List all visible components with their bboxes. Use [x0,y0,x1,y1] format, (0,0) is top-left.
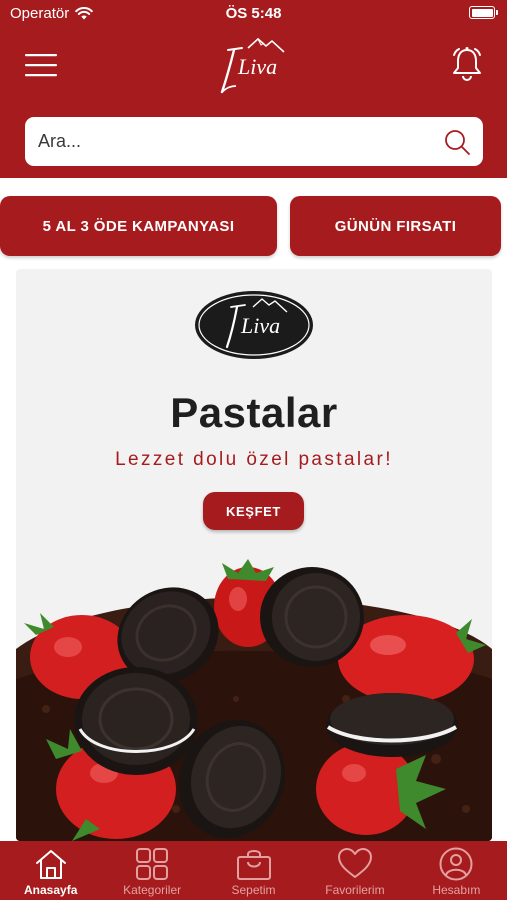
battery-icon [469,6,498,19]
home-icon [35,850,66,879]
user-icon [439,847,473,881]
campaign-5al3ode-button[interactable]: 5 AL 3 ÖDE KAMPANYASI [0,196,277,256]
tab-cart-label: Sepetim [231,883,276,897]
search-bar [25,117,483,166]
deal-of-the-day-button[interactable]: GÜNÜN FIRSATI [290,196,501,256]
tab-home[interactable]: Anasayfa [0,841,101,900]
status-bar: Operatör ÖS 5:48 [0,0,507,28]
status-time: ÖS 5:48 [225,5,282,22]
cake-image [16,559,492,841]
logo-text: Liva [237,54,277,79]
bag-icon [236,850,271,880]
discover-button[interactable]: KEŞFET [203,492,304,530]
heart-icon [337,848,372,878]
tab-categories-label: Kategoriler [123,883,182,897]
promo-banner[interactable]: Liva Pastalar Lezzet dolu özel pastalar!… [16,269,492,841]
bottom-tab-bar: Anasayfa Kategoriler Sepetim Favorilerim… [0,841,507,900]
grid-icon [136,848,169,880]
tab-home-label: Anasayfa [24,883,78,897]
notifications-button[interactable] [450,46,484,82]
search-input[interactable] [38,117,428,166]
tab-account-label: Hesabım [432,883,481,897]
search-icon[interactable] [443,128,471,156]
tab-account[interactable]: Hesabım [406,841,507,900]
brand-logo: Liva [220,37,285,94]
banner-logo: Liva [195,291,313,359]
banner-logo-text: Liva [240,313,280,338]
banner-title: Pastalar [170,389,338,436]
tab-favorites[interactable]: Favorilerim [304,841,405,900]
hamburger-icon [25,54,57,77]
bell-icon [453,47,481,81]
tab-favorites-label: Favorilerim [325,883,385,897]
tab-cart[interactable]: Sepetim [203,841,304,900]
app-screen: Operatör ÖS 5:48 Liva Ara... 5 AL 3 ÖDE … [0,0,507,900]
tab-categories[interactable]: Kategoriler [101,841,202,900]
banner-subtitle: Lezzet dolu özel pastalar! [115,449,393,470]
menu-button[interactable] [25,52,57,78]
header: Operatör ÖS 5:48 Liva Ara... [0,0,507,178]
